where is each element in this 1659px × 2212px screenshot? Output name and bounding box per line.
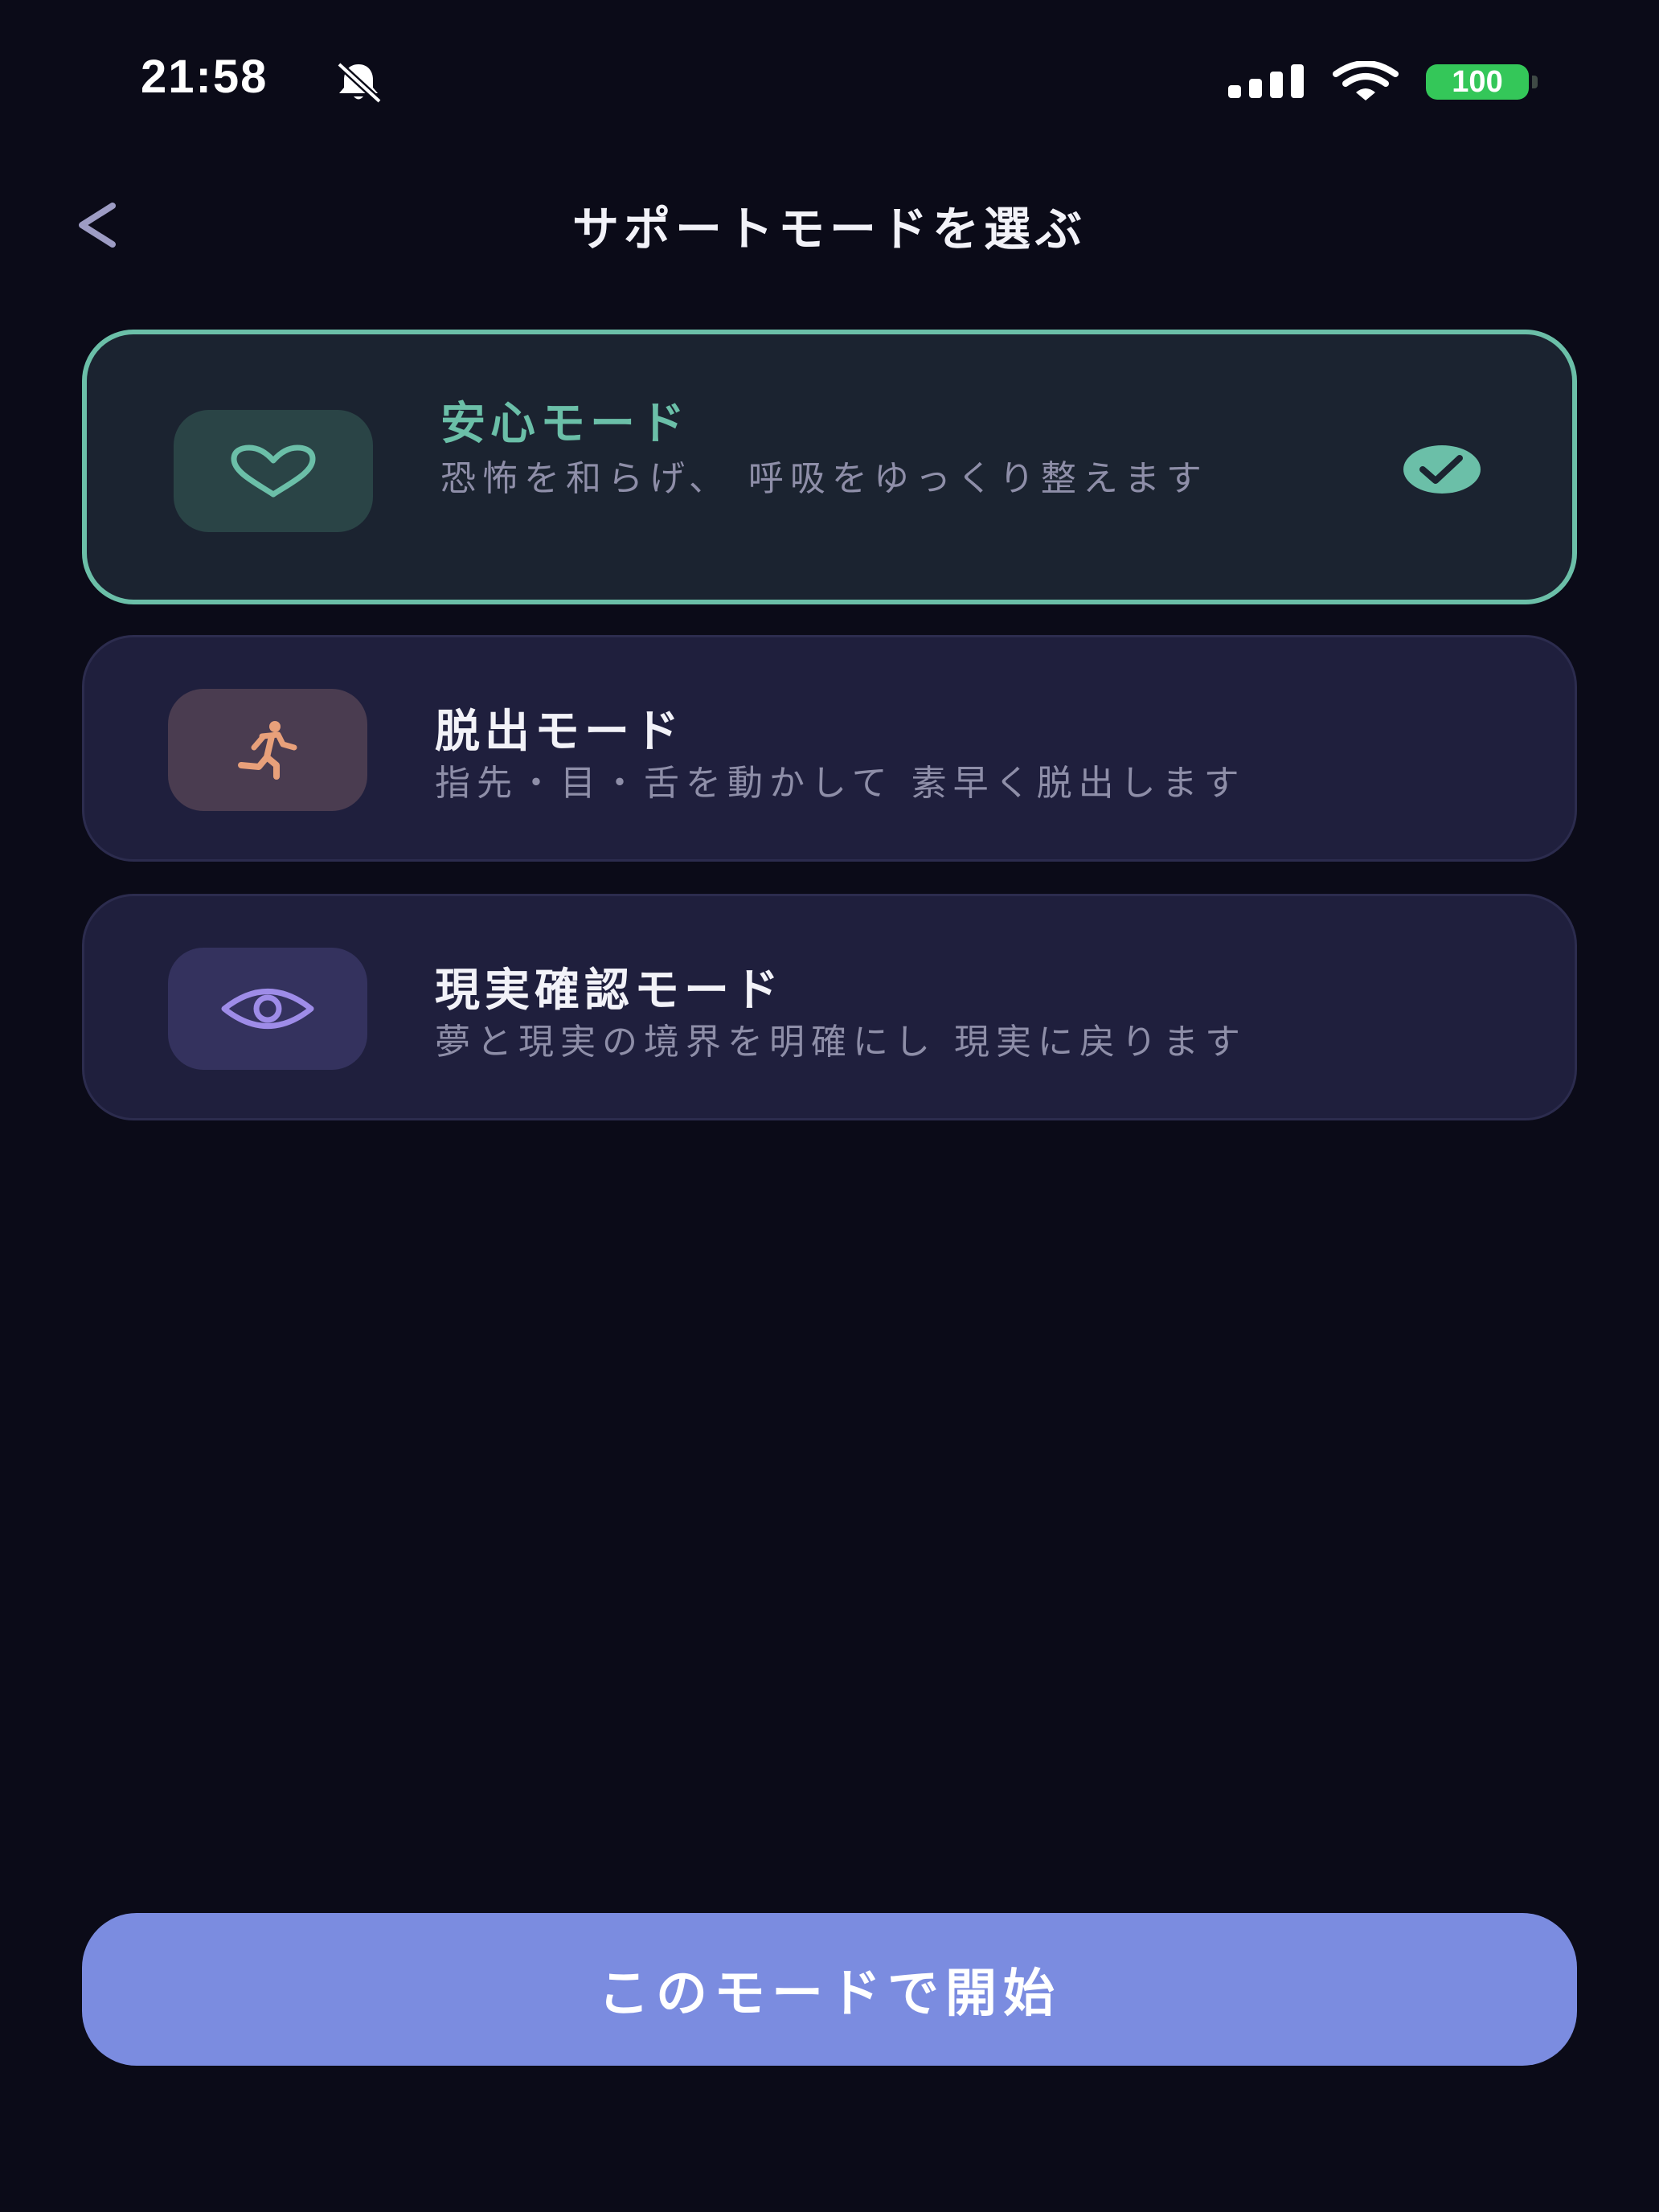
eye-icon — [221, 989, 314, 1029]
status-time: 21:58 — [141, 51, 268, 103]
battery-cap — [1532, 76, 1538, 88]
battery-icon: 100 — [1426, 64, 1529, 100]
mode-title: 脱出モード — [435, 706, 684, 758]
heart-icon — [231, 444, 316, 498]
bell-off-icon — [336, 61, 383, 104]
mode-description: 夢と現実の境界を明確にし 現実に戻ります — [435, 1022, 1247, 1063]
mode-card-reality-check[interactable]: 現実確認モード 夢と現実の境界を明確にし 現実に戻ります — [82, 894, 1577, 1120]
mode-description: 指先・目・舌を動かして 素早く脱出します — [435, 763, 1246, 804]
wifi-icon — [1333, 61, 1399, 100]
mode-title: 現実確認モード — [435, 965, 784, 1017]
signal-icon — [1228, 64, 1304, 98]
start-mode-button[interactable]: このモードで開始 — [82, 1913, 1577, 2066]
mode-icon-box — [168, 689, 367, 811]
mode-card-relief[interactable]: 安心モード 恐怖を和らげ、 呼吸をゆっくり整えます — [82, 330, 1577, 604]
mode-icon-box — [168, 948, 367, 1070]
mode-card-escape[interactable]: 脱出モード 指先・目・舌を動かして 素早く脱出します — [82, 635, 1577, 862]
page-title: サポートモードを選ぶ — [571, 202, 1087, 256]
chevron-left-icon — [79, 203, 116, 248]
status-bar: 21:58 100 — [0, 0, 1659, 161]
back-button[interactable] — [64, 193, 129, 257]
mode-title: 安心モード — [440, 398, 690, 450]
check-icon — [1403, 445, 1481, 494]
mode-icon-box — [174, 410, 373, 532]
mode-description: 恐怖を和らげ、 呼吸をゆっくり整えます — [440, 458, 1208, 499]
running-person-icon — [238, 721, 297, 780]
